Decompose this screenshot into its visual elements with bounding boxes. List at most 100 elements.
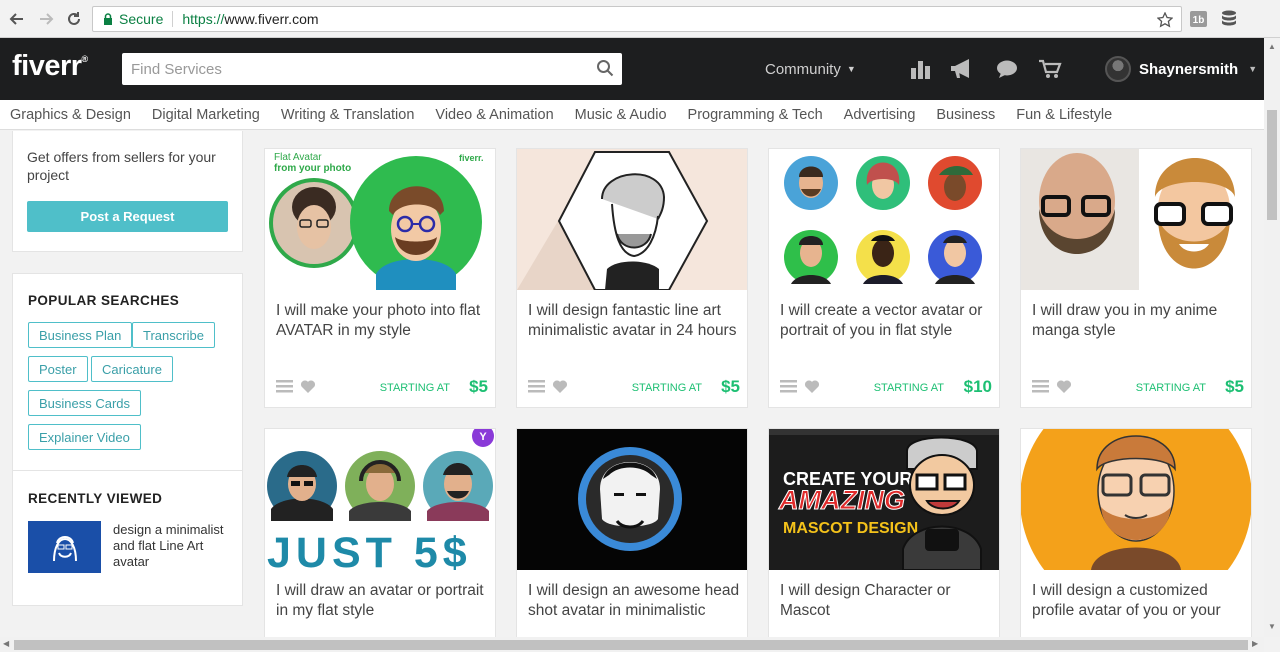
gig-title[interactable]: I will make your photo into flat AVATAR … [276, 301, 488, 341]
gig-card[interactable]: I will create a vector avatar or portrai… [768, 148, 1000, 408]
gig-price: $5 [469, 377, 488, 396]
category-video-animation[interactable]: Video & Animation [435, 107, 553, 123]
search-icon[interactable] [596, 59, 616, 79]
heart-icon[interactable] [804, 379, 820, 394]
gig-image[interactable]: CREATE YOUR AMAZING MASCOT DESIGN [769, 429, 999, 570]
gig-title[interactable]: I will design an awesome head shot avata… [528, 581, 740, 621]
lock-icon [104, 13, 112, 25]
svg-text:Flat Avatar: Flat Avatar [274, 152, 322, 163]
recently-viewed-thumbnail[interactable] [28, 521, 101, 573]
cart-icon[interactable] [1038, 58, 1062, 80]
gig-image[interactable] [1021, 149, 1251, 290]
gig-image[interactable] [517, 149, 747, 290]
gig-footer: STARTING AT $5 [276, 377, 488, 397]
gig-card[interactable]: I will draw you in my anime manga style … [1020, 148, 1252, 408]
gig-card[interactable]: CREATE YOUR AMAZING MASCOT DESIGN I will… [768, 428, 1000, 637]
tag-business-cards[interactable]: Business Cards [28, 390, 142, 416]
search-box [122, 53, 622, 85]
svg-text:from your photo: from your photo [274, 163, 351, 174]
svg-text:fiverr.: fiverr. [459, 153, 484, 163]
gig-card[interactable]: I will design a customized profile avata… [1020, 428, 1252, 637]
tag-business-plan[interactable]: Business Plan [28, 322, 133, 348]
horizontal-scroll-thumb[interactable] [14, 640, 1248, 650]
category-writing-translation[interactable]: Writing & Translation [281, 107, 415, 123]
fiverr-logo[interactable]: fiverr® [12, 50, 88, 83]
vertical-scrollbar[interactable]: ▲ ▼ [1264, 38, 1280, 637]
gig-card[interactable]: I will design an awesome head shot avata… [516, 428, 748, 637]
gig-card[interactable]: Flat Avatar from your photo fiverr. I wi… [264, 148, 496, 408]
starting-at-label: STARTING AT [379, 382, 450, 394]
svg-text:AMAZING: AMAZING [778, 485, 905, 515]
gig-image[interactable] [1021, 429, 1251, 570]
gig-image[interactable] [769, 149, 999, 290]
gig-title[interactable]: I will draw an avatar or portrait in my … [276, 581, 488, 621]
tag-explainer-video[interactable]: Explainer Video [28, 424, 141, 450]
scroll-up-icon[interactable]: ▲ [1268, 42, 1276, 51]
category-business[interactable]: Business [936, 107, 995, 123]
chevron-down-icon: ▼ [846, 64, 856, 74]
bookmark-star-icon[interactable] [1157, 12, 1173, 28]
menu-icon[interactable] [1032, 380, 1049, 393]
tag-caricature[interactable]: Caricature [91, 356, 173, 382]
gig-title[interactable]: I will design fantastic line art minimal… [528, 301, 740, 341]
category-advertising[interactable]: Advertising [844, 107, 916, 123]
gig-card[interactable]: I will design fantastic line art minimal… [516, 148, 748, 408]
address-bar[interactable]: Secure https://www.fiverr.com [92, 6, 1182, 32]
category-music-audio[interactable]: Music & Audio [575, 107, 667, 123]
reload-icon[interactable] [63, 8, 85, 30]
user-menu[interactable]: Shaynersmith ▼ [1105, 56, 1257, 82]
gig-footer: STARTING AT $5 [528, 377, 740, 397]
post-request-button[interactable]: Post a Request [27, 201, 228, 232]
scroll-down-icon[interactable]: ▼ [1268, 622, 1276, 631]
category-graphics-design[interactable]: Graphics & Design [10, 107, 131, 123]
chevron-down-icon: ▼ [1248, 64, 1258, 74]
secure-label: Secure [119, 11, 164, 27]
heart-icon[interactable] [1056, 379, 1072, 394]
menu-icon[interactable] [780, 380, 797, 393]
tag-transcribe[interactable]: Transcribe [132, 322, 215, 348]
analytics-icon[interactable] [908, 58, 932, 80]
gig-image[interactable] [517, 429, 747, 570]
gig-price: $10 [963, 377, 992, 396]
vertical-scroll-thumb[interactable] [1267, 110, 1277, 220]
heart-icon[interactable] [300, 379, 316, 394]
community-menu[interactable]: Community ▼ [765, 61, 856, 78]
url-host: www.fiverr.com [224, 11, 319, 27]
gig-footer: STARTING AT $10 [780, 377, 992, 397]
svg-text:JUST 5$: JUST 5$ [267, 529, 472, 570]
megaphone-icon[interactable] [948, 58, 976, 80]
site-header: fiverr® Community▼ Shaynersmith ▼ [0, 38, 1264, 100]
scroll-right-icon[interactable]: ▶ [1252, 639, 1258, 648]
extension-1b-icon[interactable]: 1b [1189, 9, 1209, 29]
database-extension-icon[interactable] [1219, 9, 1239, 29]
offers-text: Get offers from sellers for your project [27, 149, 216, 183]
tag-poster[interactable]: Poster [28, 356, 88, 382]
gig-title[interactable]: I will create a vector avatar or portrai… [780, 301, 992, 341]
scroll-left-icon[interactable]: ◀ [3, 639, 9, 648]
gig-title[interactable]: I will design Character or Mascot [780, 581, 992, 621]
gig-image[interactable]: Flat Avatar from your photo fiverr. [265, 149, 495, 290]
category-programming-tech[interactable]: Programming & Tech [688, 107, 823, 123]
heart-icon[interactable] [552, 379, 568, 394]
address-divider [172, 11, 174, 27]
menu-icon[interactable] [276, 380, 293, 393]
recently-viewed-item[interactable]: design a minimalist and flat Line Art av… [113, 522, 238, 570]
gig-price: $5 [721, 377, 740, 396]
sidebar-divider [12, 470, 243, 471]
messages-icon[interactable] [995, 58, 1019, 80]
horizontal-scrollbar[interactable]: ◀ ▶ [0, 637, 1264, 652]
gig-title[interactable]: I will draw you in my anime manga style [1032, 301, 1244, 341]
gig-card[interactable]: JUST 5$ Y I will draw an avatar or portr… [264, 428, 496, 637]
gig-footer: STARTING AT $5 [1032, 377, 1244, 397]
popular-searches-title: POPULAR SEARCHES [28, 293, 180, 308]
forward-icon[interactable] [35, 8, 57, 30]
gig-image[interactable]: JUST 5$ Y [265, 429, 495, 570]
gig-price: $5 [1225, 377, 1244, 396]
recently-viewed-title: RECENTLY VIEWED [28, 491, 163, 506]
search-input[interactable] [122, 53, 582, 85]
gig-title[interactable]: I will design a customized profile avata… [1032, 581, 1244, 621]
back-icon[interactable] [6, 8, 28, 30]
category-digital-marketing[interactable]: Digital Marketing [152, 107, 260, 123]
menu-icon[interactable] [528, 380, 545, 393]
category-fun-lifestyle[interactable]: Fun & Lifestyle [1016, 107, 1112, 123]
